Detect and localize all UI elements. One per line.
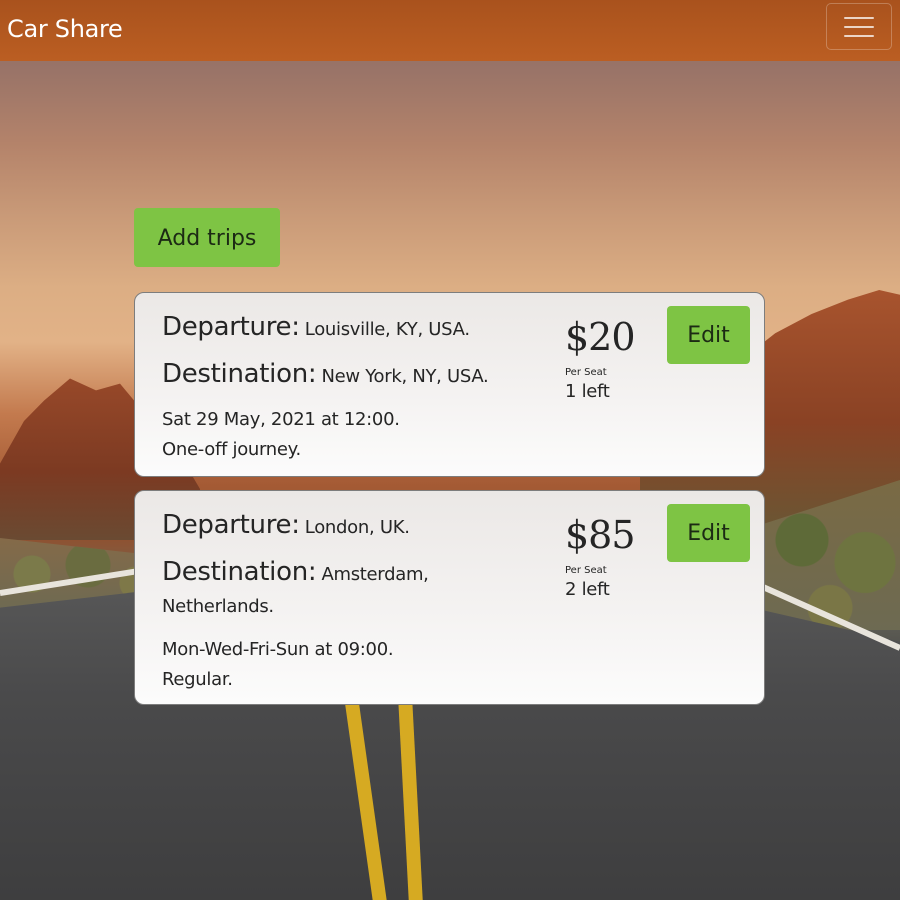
hamburger-menu-button[interactable]	[826, 3, 892, 50]
departure-value: Louisville, KY, USA.	[304, 319, 470, 340]
hamburger-menu-icon	[844, 34, 874, 37]
departure-label: Departure:	[162, 312, 300, 342]
navbar: Car Share	[0, 0, 900, 61]
departure-label: Departure:	[162, 510, 300, 540]
destination-line: Destination: Amsterdam, Netherlands.	[162, 556, 462, 623]
destination-value: New York, NY, USA.	[321, 366, 489, 387]
brand-link[interactable]: Car Share	[7, 13, 123, 45]
add-trips-button[interactable]: Add trips	[134, 208, 280, 267]
trip-card: Departure: London, UK. Destination: Amst…	[134, 490, 765, 705]
seats-left: 2 left	[565, 579, 610, 600]
seats-left: 1 left	[565, 381, 610, 402]
trip-price: $85	[565, 513, 636, 557]
edit-trip-button[interactable]: Edit	[667, 504, 750, 562]
departure-value: London, UK.	[304, 517, 410, 538]
trip-info: Departure: Louisville, KY, USA. Destinat…	[162, 311, 532, 465]
trip-info: Departure: London, UK. Destination: Amst…	[162, 509, 532, 695]
per-seat-label: Per Seat	[565, 367, 607, 378]
hamburger-menu-icon	[844, 25, 874, 28]
departure-line: Departure: Louisville, KY, USA.	[162, 311, 532, 346]
per-seat-label: Per Seat	[565, 565, 607, 576]
hamburger-menu-icon	[844, 16, 874, 19]
journey-type: One-off journey.	[162, 439, 301, 460]
trip-schedule: Mon-Wed-Fri-Sun at 09:00.	[162, 639, 394, 660]
trip-card: Departure: Louisville, KY, USA. Destinat…	[134, 292, 765, 477]
trip-price: $20	[565, 315, 636, 359]
price-block: $20 Per Seat 1 left	[565, 313, 655, 405]
destination-label: Destination:	[162, 557, 317, 587]
destination-line: Destination: New York, NY, USA.	[162, 358, 532, 393]
trip-schedule: Sat 29 May, 2021 at 12:00.	[162, 409, 400, 430]
journey-type: Regular.	[162, 669, 233, 690]
departure-line: Departure: London, UK.	[162, 509, 532, 544]
price-block: $85 Per Seat 2 left	[565, 511, 655, 603]
edit-trip-button[interactable]: Edit	[667, 306, 750, 364]
destination-label: Destination:	[162, 359, 317, 389]
